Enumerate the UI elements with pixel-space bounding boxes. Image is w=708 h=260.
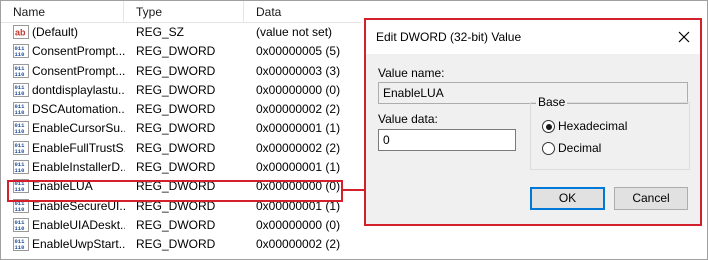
value-type-cell: REG_DWORD — [136, 82, 216, 97]
hexadecimal-radio[interactable] — [542, 120, 555, 133]
value-name-cell: 011 110 EnableUwpStart... — [13, 235, 125, 254]
value-data-cell: 0x00000000 (0) — [256, 82, 341, 97]
binary-value-icon: 011 110 — [13, 237, 29, 252]
binary-value-icon: 011 110 — [13, 102, 29, 117]
dialog-body: Value name: EnableLUA Value data: 0 Base… — [366, 54, 700, 224]
value-name-cell: 011 110 EnableInstallerD... — [13, 158, 125, 177]
value-name-cell: 011 110 EnableFullTrustS... — [13, 139, 125, 158]
value-type-cell: REG_DWORD — [136, 121, 216, 136]
highlight-connector — [342, 189, 364, 191]
value-type-cell: REG_DWORD — [136, 140, 216, 155]
value-data-cell: 0x00000002 (2) — [256, 102, 341, 117]
svg-text:110: 110 — [15, 71, 25, 78]
binary-value-icon: 011 110 — [13, 160, 29, 175]
value-name-cell: 011 110 ConsentPrompt... — [13, 62, 125, 81]
value-data-cell: (value not set) — [256, 25, 333, 39]
decimal-label[interactable]: Decimal — [558, 141, 601, 155]
value-name-cell: 011 110 DSCAutomation... — [13, 100, 125, 119]
list-rows: ab (Default) REG_SZ (value not set) 011 110 Co… — [1, 23, 361, 255]
table-row[interactable]: 011 110 EnableUIADeskt... REG_DWORD 0x000000… — [1, 216, 361, 235]
registry-value-list: Name Type Data ab (Default) REG_SZ (value n… — [1, 1, 361, 259]
highlight-box-enablelua — [7, 180, 343, 202]
svg-text:110: 110 — [15, 51, 25, 58]
svg-text:110: 110 — [15, 225, 25, 232]
table-row[interactable]: 011 110 EnableFullTrustS... REG_DWORD 0x0000… — [1, 139, 361, 158]
value-name-label: Value name: — [378, 66, 445, 80]
binary-value-icon: 011 110 — [13, 44, 29, 59]
value-name-cell: ab (Default) — [13, 23, 125, 42]
value-type-cell: REG_DWORD — [136, 217, 216, 232]
svg-text:110: 110 — [15, 128, 25, 135]
column-header-name[interactable]: Name — [1, 1, 123, 23]
value-name-cell: 011 110 EnableCursorSu... — [13, 119, 125, 138]
value-data-cell: 0x00000001 (1) — [256, 160, 341, 175]
value-data-cell: 0x00000005 (5) — [256, 44, 341, 59]
column-header-type[interactable]: Type — [123, 1, 243, 23]
value-name-text: ConsentPrompt... — [32, 44, 125, 59]
binary-value-icon: 011 110 — [13, 63, 29, 78]
value-name-text: EnableCursorSu... — [32, 121, 125, 136]
dialog-title: Edit DWORD (32-bit) Value — [376, 30, 522, 44]
value-data-label: Value data: — [378, 112, 438, 126]
value-name-text: ConsentPrompt... — [32, 63, 125, 78]
binary-value-icon: 011 110 — [13, 121, 29, 136]
cancel-button[interactable]: Cancel — [614, 187, 688, 210]
value-name-cell: 011 110 EnableUIADeskt... — [13, 216, 125, 235]
svg-text:110: 110 — [15, 109, 25, 116]
value-name-text: (Default) — [32, 25, 79, 39]
value-name-text: EnableUIADeskt... — [32, 217, 125, 232]
base-label: Base — [536, 94, 568, 110]
list-header: Name Type Data — [1, 1, 361, 23]
table-row[interactable]: 011 110 ConsentPrompt... REG_DWORD 0x0000000… — [1, 62, 361, 81]
value-type-cell: REG_DWORD — [136, 102, 216, 117]
table-row[interactable]: 011 110 dontdisplaylastu... REG_DWORD 0x0000… — [1, 81, 361, 100]
value-data-cell: 0x00000002 (2) — [256, 140, 341, 155]
string-value-icon: ab — [13, 25, 29, 39]
close-icon[interactable] — [676, 29, 692, 45]
table-row[interactable]: 011 110 EnableCursorSu... REG_DWORD 0x000000… — [1, 119, 361, 138]
value-data-cell: 0x00000001 (1) — [256, 121, 341, 136]
value-name-text: EnableUwpStart... — [32, 237, 125, 252]
value-type-cell: REG_DWORD — [136, 63, 216, 78]
edit-dword-dialog: Edit DWORD (32-bit) Value Value name: En… — [366, 20, 700, 224]
value-name-text: EnableInstallerD... — [32, 160, 125, 175]
table-row[interactable]: 011 110 EnableUwpStart... REG_DWORD 0x000000… — [1, 235, 361, 254]
value-type-cell: REG_DWORD — [136, 237, 216, 252]
value-data-input[interactable]: 0 — [378, 129, 516, 151]
binary-value-icon: 011 110 — [13, 82, 29, 97]
value-name-cell: 011 110 dontdisplaylastu... — [13, 81, 125, 100]
value-type-cell: REG_DWORD — [136, 44, 216, 59]
svg-text:110: 110 — [15, 167, 25, 174]
value-name-field[interactable]: EnableLUA — [378, 82, 688, 104]
table-row[interactable]: 011 110 EnableInstallerD... REG_DWORD 0x0000… — [1, 158, 361, 177]
hexadecimal-label[interactable]: Hexadecimal — [558, 119, 627, 133]
table-row[interactable]: ab (Default) REG_SZ (value not set) — [1, 23, 361, 42]
svg-text:110: 110 — [15, 90, 25, 97]
svg-text:110: 110 — [15, 148, 25, 155]
value-data-cell: 0x00000000 (0) — [256, 217, 341, 232]
binary-value-icon: 011 110 — [13, 217, 29, 232]
value-data-cell: 0x00000003 (3) — [256, 63, 341, 78]
binary-value-icon: 011 110 — [13, 140, 29, 155]
decimal-radio[interactable] — [542, 142, 555, 155]
svg-text:110: 110 — [15, 244, 25, 251]
value-type-cell: REG_SZ — [136, 25, 185, 39]
column-header-data[interactable]: Data — [243, 1, 361, 23]
value-name-cell: 011 110 ConsentPrompt... — [13, 42, 125, 61]
value-name-text: DSCAutomation... — [32, 102, 125, 117]
table-row[interactable]: 011 110 DSCAutomation... REG_DWORD 0x0000000… — [1, 100, 361, 119]
svg-text:110: 110 — [15, 206, 25, 213]
value-data-cell: 0x00000002 (2) — [256, 237, 341, 252]
base-groupbox — [530, 102, 690, 170]
ok-button[interactable]: OK — [530, 187, 605, 210]
svg-text:ab: ab — [15, 28, 26, 38]
value-name-text: dontdisplaylastu... — [32, 82, 125, 97]
value-type-cell: REG_DWORD — [136, 160, 216, 175]
value-name-text: EnableFullTrustS... — [32, 140, 125, 155]
table-row[interactable]: 011 110 ConsentPrompt... REG_DWORD 0x0000000… — [1, 42, 361, 61]
